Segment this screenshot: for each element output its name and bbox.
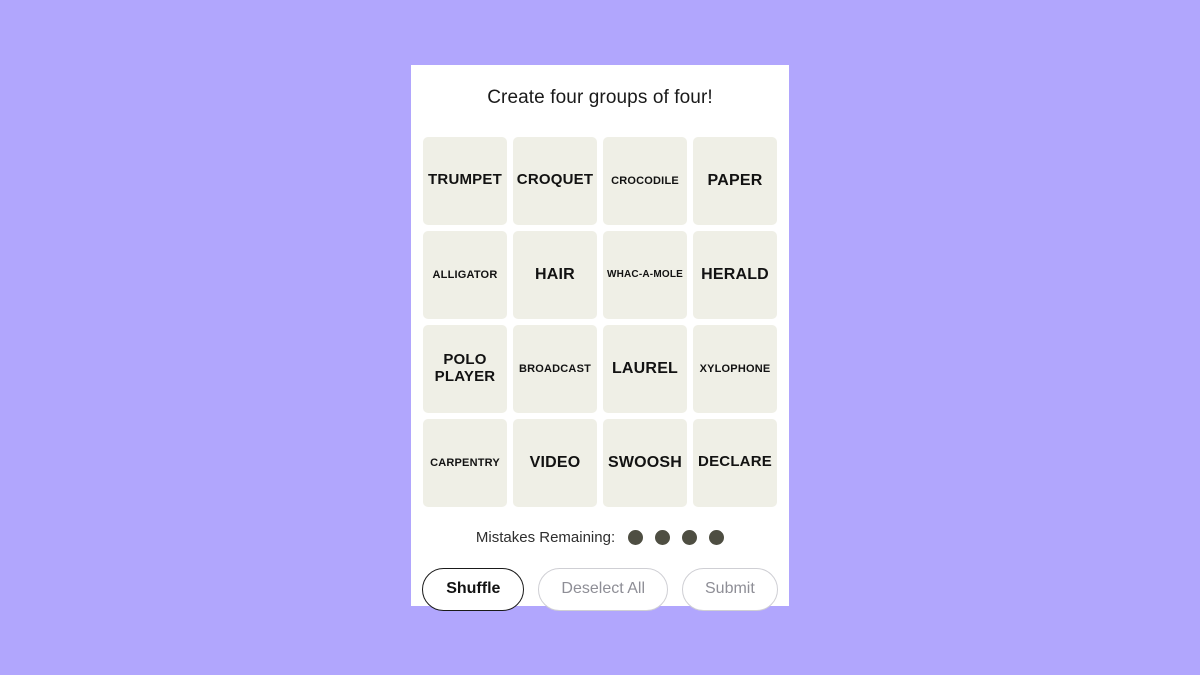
mistakes-remaining-label: Mistakes Remaining: <box>475 528 616 546</box>
word-tile-label: SWOOSH <box>607 453 683 471</box>
shuffle-button[interactable]: Shuffle <box>422 567 525 611</box>
word-tile-label: WHAC-A-MOLE <box>606 269 684 281</box>
word-tile[interactable]: LAUREL <box>603 324 687 413</box>
word-tile[interactable]: XYLOPHONE <box>693 324 777 413</box>
word-tile[interactable]: DECLARE <box>693 418 777 507</box>
word-tile-label: BROADCAST <box>518 362 592 375</box>
word-tile-label: CARPENTRY <box>430 456 500 469</box>
word-tile-label: POLO PLAYER <box>434 351 496 385</box>
word-tile-label: LAUREL <box>611 359 679 377</box>
word-tile[interactable]: HAIR <box>513 230 597 319</box>
word-tile[interactable]: PAPER <box>693 136 777 225</box>
word-tile-label: VIDEO <box>529 453 581 471</box>
word-tile-label: DECLARE <box>698 453 772 471</box>
word-tile[interactable]: ALLIGATOR <box>423 230 507 319</box>
page-title: Create four groups of four! <box>487 87 713 108</box>
word-tile[interactable]: TRUMPET <box>423 136 507 225</box>
submit-button[interactable]: Submit <box>682 567 778 611</box>
mistake-dot-icon <box>655 529 671 545</box>
mistake-dot-icon <box>682 529 698 545</box>
deselect-all-button[interactable]: Deselect All <box>538 567 668 611</box>
word-tile[interactable]: CROQUET <box>513 136 597 225</box>
word-tile-grid: TRUMPET CROQUET CROCODILE PAPER ALLIGATOR HAI… <box>414 136 786 507</box>
word-tile-label: ALLIGATOR <box>432 268 498 281</box>
word-tile[interactable]: WHAC-A-MOLE <box>603 230 687 319</box>
word-tile-label: TRUMPET <box>428 171 502 189</box>
word-tile[interactable]: CROCODILE <box>603 136 687 225</box>
word-tile-label: PAPER <box>707 171 763 189</box>
word-tile[interactable]: CARPENTRY <box>423 418 507 507</box>
word-tile[interactable]: BROADCAST <box>513 324 597 413</box>
word-tile[interactable]: VIDEO <box>513 418 597 507</box>
connections-game-card: Create four groups of four! TRUMPET CROQU… <box>411 65 789 611</box>
word-tile-label: HAIR <box>535 265 575 283</box>
word-tile-label: CROCODILE <box>611 174 679 187</box>
mistakes-remaining-dots <box>628 529 725 545</box>
mistake-dot-icon <box>709 529 725 545</box>
mistake-dot-icon <box>628 529 644 545</box>
word-tile-label: CROQUET <box>516 171 594 189</box>
word-tile-label: HERALD <box>701 265 769 283</box>
word-tile[interactable]: SWOOSH <box>603 418 687 507</box>
word-tile-label: XYLOPHONE <box>699 362 771 375</box>
mistakes-remaining-row: Mistakes Remaining: <box>475 528 725 546</box>
word-tile[interactable]: HERALD <box>693 230 777 319</box>
word-tile[interactable]: POLO PLAYER <box>423 324 507 413</box>
game-controls: Shuffle Deselect All Submit <box>422 567 778 611</box>
